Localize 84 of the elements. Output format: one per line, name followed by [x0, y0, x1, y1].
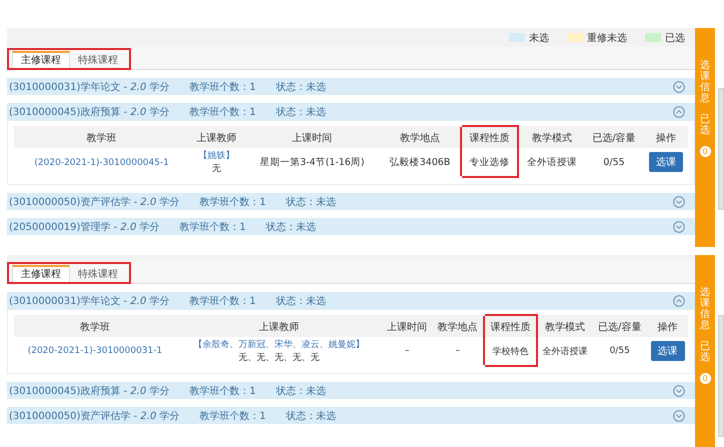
teacher-names[interactable]: 【余殷奇、万新冠、宋华、凌云、姚曼妮】 — [176, 338, 382, 351]
tab[interactable]: 特殊课程 — [70, 265, 126, 282]
course-header[interactable]: (3010000031)学年论文 - 2.0 学分 教学班个数：1 状态：未选 — [7, 78, 695, 95]
legend-label: 重修未选 — [587, 32, 627, 44]
expand-icon[interactable] — [673, 196, 685, 208]
selected-label: 已选 — [700, 341, 710, 363]
table-cell: 专业选修 — [469, 156, 510, 168]
course-header[interactable]: (3010000050)资产评估学 - 2.0 学分 教学班个数：1 状态：未选 — [7, 407, 695, 424]
table-cell: 学校特色 — [492, 346, 529, 356]
legend-label: 已选 — [665, 32, 685, 44]
course-title: (2050000019)管理学 - 2.0 学分 — [9, 220, 160, 234]
table-cell: 全外语授课 — [526, 156, 577, 168]
course-header[interactable]: (3010000045)政府预算 - 2.0 学分 教学班个数：1 状态：未选 — [7, 103, 695, 120]
class-count: 教学班个数：1 — [190, 80, 256, 94]
sidebar-title: 选课信息 — [700, 287, 710, 331]
column-header: 课程性质 — [460, 126, 518, 148]
course-status: 状态：未选 — [276, 384, 327, 398]
selected-label: 已选 — [700, 114, 710, 136]
column-header: 上课教师 — [189, 126, 244, 148]
course-title: (3010000031)学年论文 - 2.0 学分 — [9, 80, 170, 94]
column-header: 上课时间 — [382, 315, 432, 337]
course-header[interactable]: (3010000045)政府预算 - 2.0 学分 教学班个数：1 状态：未选 — [7, 382, 695, 399]
course-title: (3010000045)政府预算 - 2.0 学分 — [9, 384, 170, 398]
column-header: 教学地点 — [380, 126, 461, 148]
column-header: 教学模式 — [537, 315, 592, 337]
table-cell: 弘毅楼3406B — [390, 156, 450, 168]
legend-label: 未选 — [529, 32, 549, 44]
select-course-button[interactable]: 选课 — [648, 152, 683, 172]
course-status: 状态：未选 — [276, 294, 327, 308]
course-status: 状态：未选 — [276, 80, 327, 94]
select-course-button[interactable]: 选课 — [650, 341, 684, 361]
class-count: 教学班个数：1 — [190, 294, 256, 308]
column-header: 课程性质 — [484, 315, 538, 337]
teacher-titles: 无 — [211, 163, 222, 175]
scrollbar[interactable] — [718, 88, 724, 210]
course-header[interactable]: (3010000050)资产评估学 - 2.0 学分 教学班个数：1 状态：未选 — [7, 193, 695, 210]
course-status: 状态：未选 — [286, 196, 337, 208]
class-count: 教学班个数：1 — [180, 220, 246, 234]
tab[interactable]: 主修课程 — [12, 51, 70, 68]
expand-icon[interactable] — [673, 80, 685, 92]
column-header: 上课教师 — [176, 315, 382, 337]
expand-icon[interactable] — [673, 220, 685, 232]
column-header: 已选/容量 — [584, 126, 644, 148]
table-cell: 全外语授课 — [542, 346, 588, 356]
course-header[interactable]: (3010000031)学年论文 - 2.0 学分 教学班个数：1 状态：未选 — [7, 292, 695, 309]
tab[interactable]: 主修课程 — [12, 265, 70, 282]
table-cell: – — [404, 346, 410, 356]
course-header[interactable]: (2050000019)管理学 - 2.0 学分 教学班个数：1 状态：未选 — [7, 218, 695, 235]
sidebar-title: 选课信息 — [700, 60, 710, 104]
course-status: 状态：未选 — [276, 106, 327, 118]
table-cell: 0/55 — [603, 156, 625, 168]
class-count: 教学班个数：1 — [200, 196, 266, 208]
table-cell: 星期一第3-4节(1-16周) — [260, 156, 364, 168]
course-title: (3010000045)政府预算 - 2.0 学分 — [9, 106, 170, 118]
course-title: (3010000050)资产评估学 - 2.0 学分 — [9, 410, 180, 422]
teacher-titles: 无、无、无、无、无 — [237, 352, 320, 364]
expand-icon[interactable] — [673, 410, 685, 422]
class-link[interactable]: (2020-2021-1)-3010000031-1 — [28, 346, 162, 356]
column-header: 上课时间 — [244, 126, 380, 148]
course-status: 状态：未选 — [286, 410, 337, 422]
column-header: 教学班 — [14, 315, 176, 337]
collapse-icon[interactable] — [673, 294, 685, 306]
expand-icon[interactable] — [673, 384, 685, 396]
table-cell: – — [455, 346, 460, 356]
scrollbar[interactable] — [718, 315, 724, 437]
tab[interactable]: 特殊课程 — [70, 51, 126, 68]
count-badge: 0 — [700, 146, 710, 157]
column-header: 已选/容量 — [592, 315, 647, 337]
column-header: 教学地点 — [432, 315, 484, 337]
class-count: 教学班个数：1 — [190, 384, 256, 398]
course-status: 状态：未选 — [266, 220, 317, 234]
course-title: (3010000050)资产评估学 - 2.0 学分 — [9, 196, 180, 208]
column-header: 操作 — [644, 126, 688, 148]
class-count: 教学班个数：1 — [190, 106, 256, 118]
collapse-icon[interactable] — [673, 106, 685, 118]
table-cell: 0/55 — [610, 346, 630, 356]
column-header: 操作 — [647, 315, 688, 337]
column-header: 教学模式 — [518, 126, 584, 148]
class-count: 教学班个数：1 — [200, 410, 266, 422]
teacher-names[interactable]: 【姚轶】 — [189, 149, 244, 162]
class-link[interactable]: (2020-2021-1)-3010000045-1 — [34, 158, 169, 168]
column-header: 教学班 — [14, 126, 190, 148]
count-badge: 0 — [700, 373, 710, 384]
course-title: (3010000031)学年论文 - 2.0 学分 — [9, 294, 170, 308]
